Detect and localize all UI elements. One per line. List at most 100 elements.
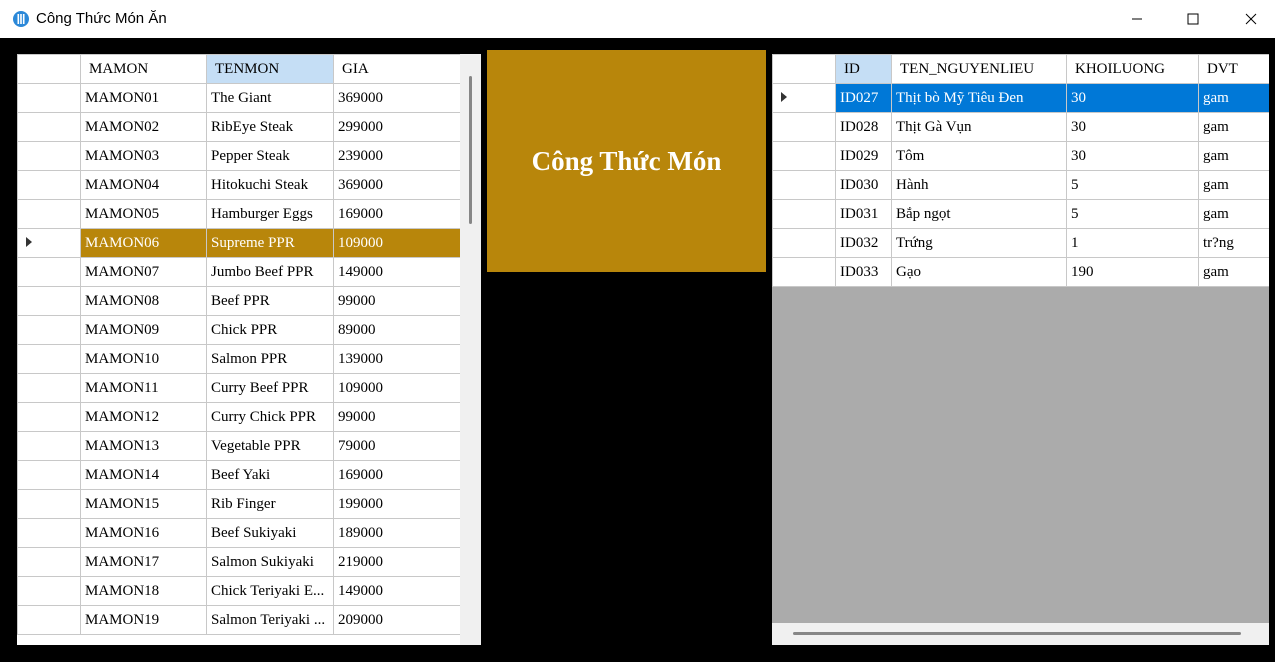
table-cell[interactable]: gam: [1198, 170, 1269, 200]
row-header[interactable]: [17, 83, 81, 113]
row-header[interactable]: [17, 228, 81, 258]
table-cell[interactable]: 5: [1066, 199, 1199, 229]
scrollbar-thumb[interactable]: [793, 632, 1241, 635]
table-cell[interactable]: ID029: [835, 141, 892, 171]
table-cell[interactable]: tr?ng: [1198, 228, 1269, 258]
table-cell[interactable]: 109000: [333, 228, 461, 258]
table-cell[interactable]: MAMON13: [80, 431, 207, 461]
table-row[interactable]: MAMON10 Salmon PPR 139000: [17, 344, 461, 374]
row-header[interactable]: [17, 199, 81, 229]
column-header-khoiluong[interactable]: KHOILUONG: [1066, 54, 1199, 84]
minimize-button[interactable]: [1114, 0, 1160, 38]
table-cell[interactable]: MAMON11: [80, 373, 207, 403]
table-cell[interactable]: Bắp ngọt: [891, 199, 1067, 229]
dishes-vertical-scrollbar[interactable]: [460, 54, 481, 645]
table-cell[interactable]: 219000: [333, 547, 461, 577]
table-cell[interactable]: 199000: [333, 489, 461, 519]
table-cell[interactable]: gam: [1198, 257, 1269, 287]
row-header-corner[interactable]: [17, 54, 81, 84]
table-cell[interactable]: 1: [1066, 228, 1199, 258]
table-cell[interactable]: 369000: [333, 83, 461, 113]
table-row[interactable]: MAMON08 Beef PPR 99000: [17, 286, 461, 316]
row-header[interactable]: [17, 547, 81, 577]
table-cell[interactable]: 190: [1066, 257, 1199, 287]
table-cell[interactable]: MAMON09: [80, 315, 207, 345]
table-row[interactable]: MAMON01 The Giant 369000: [17, 83, 461, 113]
table-cell[interactable]: 99000: [333, 402, 461, 432]
table-cell[interactable]: ID030: [835, 170, 892, 200]
table-cell[interactable]: 30: [1066, 112, 1199, 142]
table-cell[interactable]: 89000: [333, 315, 461, 345]
table-cell[interactable]: ID027: [835, 83, 892, 113]
table-cell[interactable]: 149000: [333, 576, 461, 606]
ingredients-horizontal-scrollbar[interactable]: [772, 623, 1269, 645]
row-header[interactable]: [772, 199, 836, 229]
table-row[interactable]: MAMON15 Rib Finger 199000: [17, 489, 461, 519]
table-cell[interactable]: Curry Beef PPR: [206, 373, 334, 403]
table-cell[interactable]: Tôm: [891, 141, 1067, 171]
table-cell[interactable]: Chick PPR: [206, 315, 334, 345]
table-cell[interactable]: 139000: [333, 344, 461, 374]
table-row[interactable]: MAMON13 Vegetable PPR 79000: [17, 431, 461, 461]
table-row[interactable]: ID029 Tôm 30 gam: [772, 141, 1269, 171]
table-cell[interactable]: Vegetable PPR: [206, 431, 334, 461]
table-cell[interactable]: MAMON02: [80, 112, 207, 142]
table-cell[interactable]: Jumbo Beef PPR: [206, 257, 334, 287]
table-row[interactable]: MAMON02 RibEye Steak 299000: [17, 112, 461, 142]
table-cell[interactable]: MAMON10: [80, 344, 207, 374]
row-header[interactable]: [17, 605, 81, 635]
table-cell[interactable]: RibEye Steak: [206, 112, 334, 142]
table-cell[interactable]: gam: [1198, 112, 1269, 142]
table-cell[interactable]: 5: [1066, 170, 1199, 200]
table-cell[interactable]: Salmon Sukiyaki: [206, 547, 334, 577]
row-header[interactable]: [17, 431, 81, 461]
table-cell[interactable]: Salmon PPR: [206, 344, 334, 374]
table-cell[interactable]: 189000: [333, 518, 461, 548]
table-cell[interactable]: MAMON03: [80, 141, 207, 171]
table-cell[interactable]: Supreme PPR: [206, 228, 334, 258]
table-cell[interactable]: gam: [1198, 199, 1269, 229]
dishes-grid[interactable]: MAMON TENMON GIA MAMON01 The Giant 369000 M…: [17, 54, 481, 645]
column-header-tenmon[interactable]: TENMON: [206, 54, 334, 84]
table-cell[interactable]: MAMON07: [80, 257, 207, 287]
table-cell[interactable]: MAMON05: [80, 199, 207, 229]
table-cell[interactable]: Hitokuchi Steak: [206, 170, 334, 200]
row-header[interactable]: [772, 228, 836, 258]
row-header[interactable]: [17, 402, 81, 432]
row-header[interactable]: [772, 257, 836, 287]
table-cell[interactable]: 149000: [333, 257, 461, 287]
row-header[interactable]: [17, 112, 81, 142]
table-row[interactable]: ID031 Bắp ngọt 5 gam: [772, 199, 1269, 229]
table-cell[interactable]: ID032: [835, 228, 892, 258]
row-header-corner[interactable]: [772, 54, 836, 84]
table-cell[interactable]: Curry Chick PPR: [206, 402, 334, 432]
table-cell[interactable]: ID033: [835, 257, 892, 287]
table-cell[interactable]: 30: [1066, 141, 1199, 171]
column-header-id[interactable]: ID: [835, 54, 892, 84]
table-cell[interactable]: Salmon Teriyaki ...: [206, 605, 334, 635]
table-row[interactable]: MAMON17 Salmon Sukiyaki 219000: [17, 547, 461, 577]
row-header[interactable]: [17, 460, 81, 490]
table-row[interactable]: MAMON11 Curry Beef PPR 109000: [17, 373, 461, 403]
table-cell[interactable]: 299000: [333, 112, 461, 142]
column-header-ten-nguyenlieu[interactable]: TEN_NGUYENLIEU: [891, 54, 1067, 84]
table-cell[interactable]: MAMON12: [80, 402, 207, 432]
table-cell[interactable]: MAMON08: [80, 286, 207, 316]
table-cell[interactable]: 239000: [333, 141, 461, 171]
scrollbar-thumb[interactable]: [469, 76, 472, 224]
row-header[interactable]: [17, 257, 81, 287]
table-cell[interactable]: 109000: [333, 373, 461, 403]
row-header[interactable]: [17, 141, 81, 171]
table-cell[interactable]: The Giant: [206, 83, 334, 113]
table-row[interactable]: MAMON12 Curry Chick PPR 99000: [17, 402, 461, 432]
table-row[interactable]: MAMON06 Supreme PPR 109000: [17, 228, 461, 258]
table-row[interactable]: MAMON09 Chick PPR 89000: [17, 315, 461, 345]
column-header-mamon[interactable]: MAMON: [80, 54, 207, 84]
row-header[interactable]: [17, 315, 81, 345]
table-cell[interactable]: MAMON06: [80, 228, 207, 258]
table-cell[interactable]: MAMON19: [80, 605, 207, 635]
table-cell[interactable]: Gạo: [891, 257, 1067, 287]
table-cell[interactable]: ID031: [835, 199, 892, 229]
column-header-gia[interactable]: GIA: [333, 54, 461, 84]
table-cell[interactable]: ID028: [835, 112, 892, 142]
